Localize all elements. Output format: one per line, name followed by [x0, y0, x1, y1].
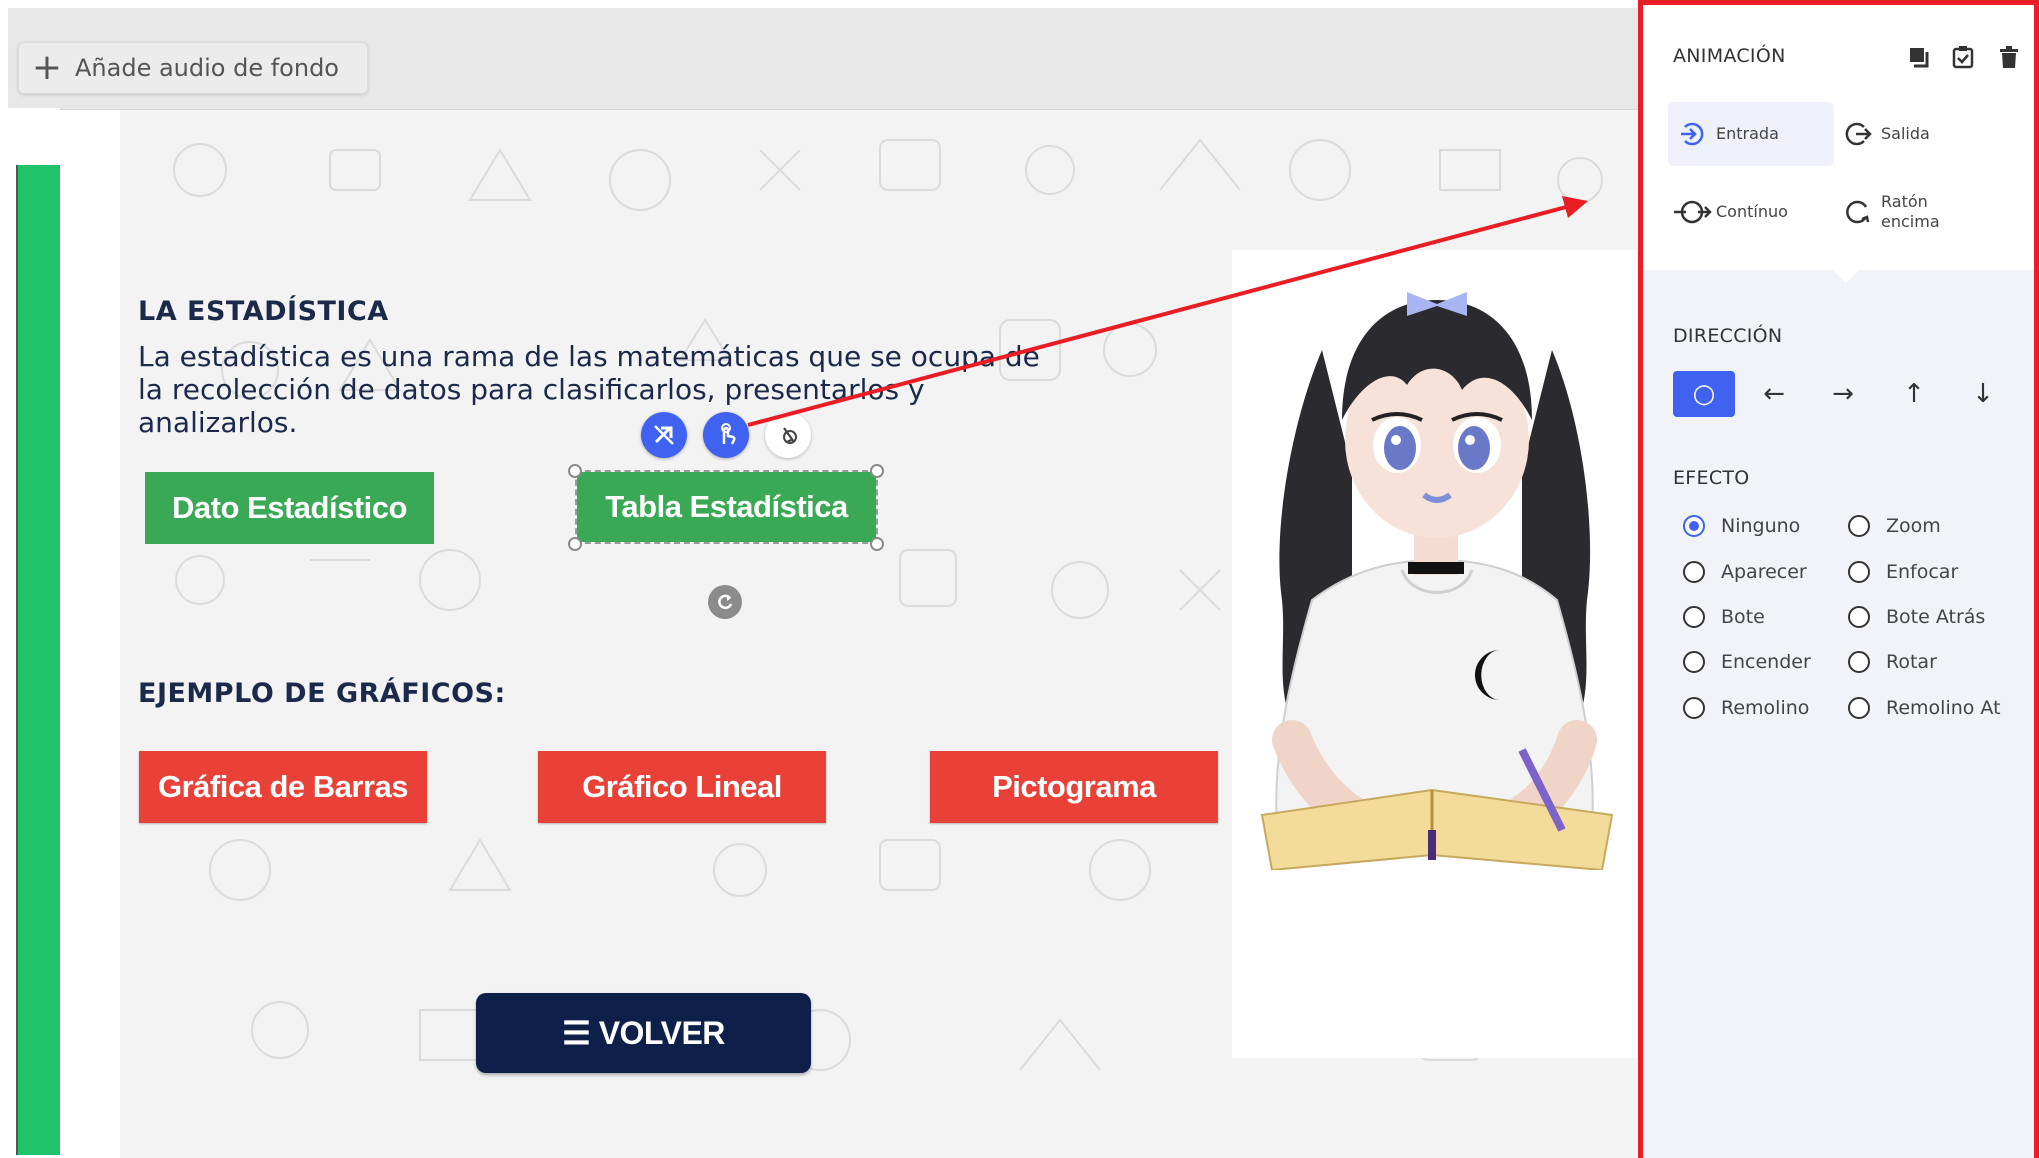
resize-handle-top-left[interactable]	[568, 464, 582, 478]
clipboard-check-icon[interactable]	[1949, 43, 1977, 71]
direction-none-button[interactable]: ○	[1673, 371, 1735, 417]
animation-raton-encima-option[interactable]: Ratón encima	[1833, 180, 1999, 244]
direction-left-button[interactable]: ←	[1743, 371, 1805, 417]
animation-entrada-option[interactable]: Entrada	[1668, 102, 1834, 166]
panel-notch	[1830, 267, 1862, 283]
top-toolbar: + Añade audio de fondo	[8, 8, 1638, 110]
effect-title: EFECTO	[1673, 467, 1750, 489]
effect-label: Encender	[1721, 651, 1811, 673]
effect-label: Remolino At	[1886, 697, 2001, 719]
resize-handle-bottom-right[interactable]	[870, 537, 884, 551]
animation-panel: ANIMACIÓN Entrada Salida Contínuo Ratón …	[1638, 0, 2039, 1158]
radio-icon	[1848, 515, 1870, 537]
direction-down-button[interactable]: ↓	[1952, 371, 2014, 417]
trash-icon[interactable]	[1995, 43, 2023, 71]
animation-raton-encima-label: Ratón encima	[1881, 192, 1940, 232]
effect-label: Rotar	[1886, 651, 1937, 673]
effect-label: Bote Atrás	[1886, 606, 1986, 628]
effect-label: Ninguno	[1721, 515, 1801, 537]
effect-ninguno-radio[interactable]: Ninguno	[1683, 515, 1800, 537]
effect-label: Enfocar	[1886, 561, 1959, 583]
continuous-icon	[1668, 192, 1716, 232]
hover-loop-icon	[1833, 192, 1881, 232]
effect-label: Remolino	[1721, 697, 1810, 719]
radio-icon	[1683, 697, 1705, 719]
selection-frame	[575, 470, 878, 544]
effect-label: Bote	[1721, 606, 1765, 628]
plus-icon: +	[31, 47, 63, 88]
effect-rotar-radio[interactable]: Rotar	[1848, 651, 1937, 673]
direction-right-button[interactable]: →	[1812, 371, 1874, 417]
effect-label: Zoom	[1886, 515, 1941, 537]
rotate-icon[interactable]	[708, 585, 742, 619]
animation-continuo-label: Contínuo	[1716, 202, 1788, 221]
radio-icon	[1848, 606, 1870, 628]
exit-icon	[1833, 114, 1881, 154]
raton-label-line1: Ratón	[1881, 192, 1928, 211]
resize-handle-top-right[interactable]	[870, 464, 884, 478]
effect-remolino-radio[interactable]: Remolino	[1683, 697, 1809, 719]
enter-icon	[1668, 114, 1716, 154]
radio-icon	[1848, 697, 1870, 719]
add-audio-label: Añade audio de fondo	[75, 54, 339, 82]
animation-title: ANIMACIÓN	[1673, 45, 1786, 67]
effect-label: Aparecer	[1721, 561, 1807, 583]
radio-icon	[1683, 606, 1705, 628]
grafico-lineal-button[interactable]: Gráfico Lineal	[538, 751, 826, 823]
pictograma-button[interactable]: Pictograma	[930, 751, 1218, 823]
examples-heading: EJEMPLO DE GRÁFICOS:	[138, 678, 506, 709]
radio-icon	[1848, 561, 1870, 583]
dato-estadistico-button[interactable]: Dato Estadístico	[145, 472, 434, 544]
grafica-de-barras-button[interactable]: Gráfica de Barras	[139, 751, 427, 823]
slide-body-text: La estadística es una rama de las matemá…	[138, 340, 1040, 439]
add-background-audio-button[interactable]: + Añade audio de fondo	[18, 42, 368, 94]
animation-entrada-label: Entrada	[1716, 124, 1779, 143]
radio-icon	[1683, 561, 1705, 583]
effect-zoom-radio[interactable]: Zoom	[1848, 515, 1941, 537]
effect-encender-radio[interactable]: Encender	[1683, 651, 1811, 673]
raton-label-line2: encima	[1881, 212, 1940, 231]
hover-pointer-icon[interactable]	[765, 412, 811, 458]
effect-bote-atras-radio[interactable]: Bote Atrás	[1848, 606, 1985, 628]
radio-icon	[1683, 651, 1705, 673]
direction-up-button[interactable]: ↑	[1883, 371, 1945, 417]
editor-screen: + Añade audio de fondo LA ESTADÍSTICA La…	[0, 0, 2039, 1158]
effect-remolino-at-radio[interactable]: Remolino At	[1848, 697, 2001, 719]
previous-slide-strip[interactable]	[16, 165, 60, 1155]
resize-handle-bottom-left[interactable]	[568, 537, 582, 551]
effect-aparecer-radio[interactable]: Aparecer	[1683, 561, 1807, 583]
girl-reading-illustration[interactable]	[1232, 270, 1637, 870]
volver-button[interactable]: ☰ VOLVER	[476, 993, 811, 1073]
animation-salida-label: Salida	[1881, 124, 1930, 143]
no-animation-icon[interactable]	[641, 412, 687, 458]
tap-animation-icon[interactable]	[703, 412, 749, 458]
radio-icon	[1848, 651, 1870, 673]
effect-bote-radio[interactable]: Bote	[1683, 606, 1765, 628]
effect-enfocar-radio[interactable]: Enfocar	[1848, 561, 1958, 583]
animation-salida-option[interactable]: Salida	[1833, 102, 1999, 166]
copy-icon[interactable]	[1905, 43, 1933, 71]
slide-heading: LA ESTADÍSTICA	[138, 296, 389, 327]
animation-continuo-option[interactable]: Contínuo	[1668, 180, 1834, 244]
direction-title: DIRECCIÓN	[1673, 325, 1783, 347]
radio-selected-icon	[1683, 515, 1705, 537]
left-gap	[0, 108, 60, 166]
